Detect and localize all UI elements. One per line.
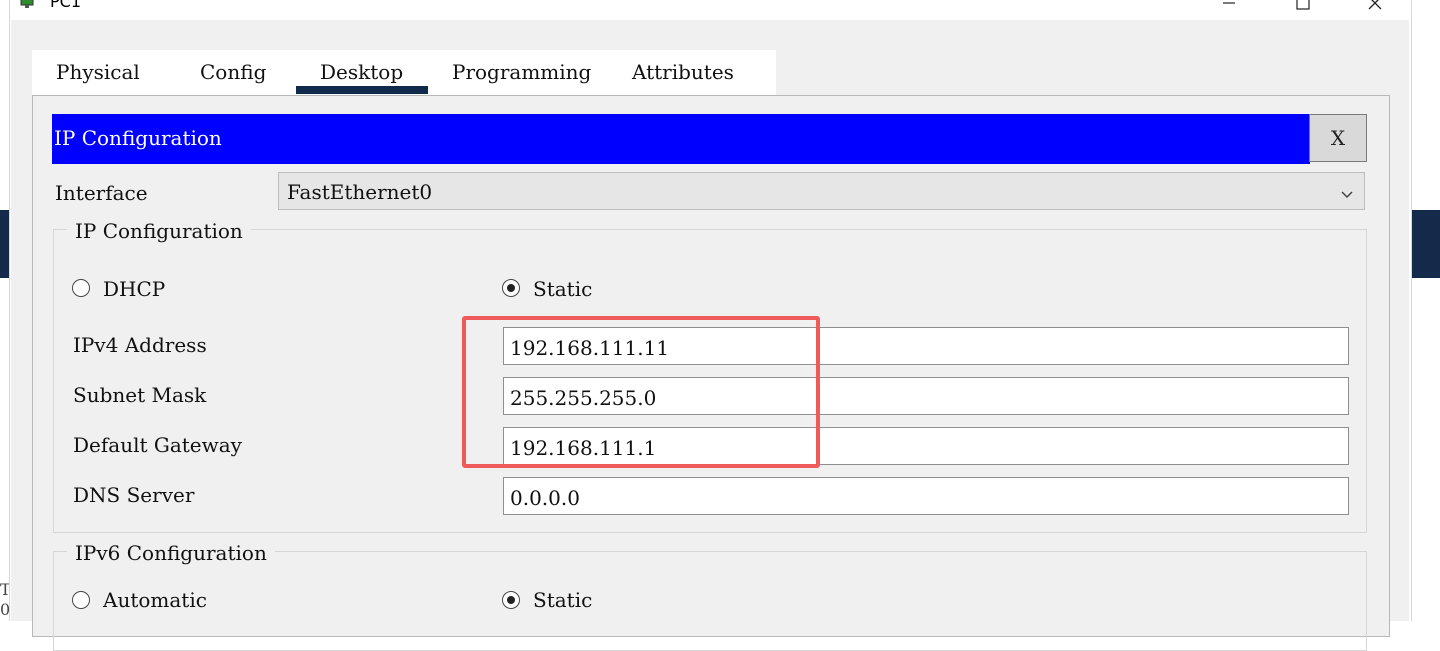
- tab-programming[interactable]: Programming: [452, 60, 591, 84]
- chevron-down-icon: [1340, 185, 1354, 199]
- ip-config-close-button[interactable]: X: [1309, 114, 1367, 162]
- ipv6-static-radio[interactable]: [502, 591, 520, 609]
- interface-select[interactable]: FastEthernet0: [278, 172, 1365, 210]
- background-strip-left: [0, 210, 9, 278]
- close-icon: [1367, 0, 1383, 15]
- minimize-button[interactable]: [1206, 0, 1252, 20]
- active-tab-indicator: [296, 86, 428, 94]
- interface-select-value: FastEthernet0: [287, 180, 433, 204]
- tab-physical[interactable]: Physical: [56, 60, 140, 84]
- dns-server-field[interactable]: 0.0.0.0: [503, 477, 1349, 515]
- minimize-icon: [1221, 0, 1237, 15]
- dhcp-radio[interactable]: [72, 279, 90, 297]
- static-radio[interactable]: [502, 279, 520, 297]
- maximize-icon: [1295, 0, 1311, 15]
- tab-attributes[interactable]: Attributes: [632, 60, 734, 84]
- window-close-button[interactable]: [1352, 0, 1398, 20]
- dns-server-value: 0.0.0.0: [510, 486, 580, 510]
- dhcp-label: DHCP: [103, 277, 166, 301]
- ip-config-header: IP Configuration: [52, 114, 1310, 164]
- ipv4-config-group-title: IP Configuration: [67, 219, 251, 243]
- maximize-button[interactable]: [1280, 0, 1326, 20]
- tab-config[interactable]: Config: [200, 60, 266, 84]
- annotation-highlight-box: [462, 316, 820, 468]
- ipv6-static-label: Static: [533, 588, 593, 612]
- ipv6-config-group-title: IPv6 Configuration: [67, 541, 275, 565]
- ip-config-header-title: IP Configuration: [54, 126, 222, 150]
- automatic-label: Automatic: [103, 588, 207, 612]
- ipv6-config-group: [53, 551, 1367, 651]
- dns-server-label: DNS Server: [73, 483, 195, 507]
- window-title: PC1: [50, 0, 81, 11]
- ipv4-address-label: IPv4 Address: [73, 333, 207, 357]
- automatic-radio[interactable]: [72, 591, 90, 609]
- tab-desktop[interactable]: Desktop: [320, 60, 403, 84]
- static-label: Static: [533, 277, 593, 301]
- title-bar: PC1: [10, 0, 1411, 20]
- subnet-mask-label: Subnet Mask: [73, 383, 207, 407]
- desktop-panel: IP Configuration X Interface FastEtherne…: [32, 95, 1390, 651]
- background-strip-right: [1410, 210, 1440, 278]
- default-gateway-label: Default Gateway: [73, 433, 242, 457]
- window-client-area: Physical Config Desktop Programming Attr…: [11, 20, 1409, 651]
- pc1-window: PC1 Physical Config Desktop Programming …: [9, 0, 1412, 651]
- interface-label: Interface: [55, 181, 148, 205]
- app-icon: [20, 0, 36, 10]
